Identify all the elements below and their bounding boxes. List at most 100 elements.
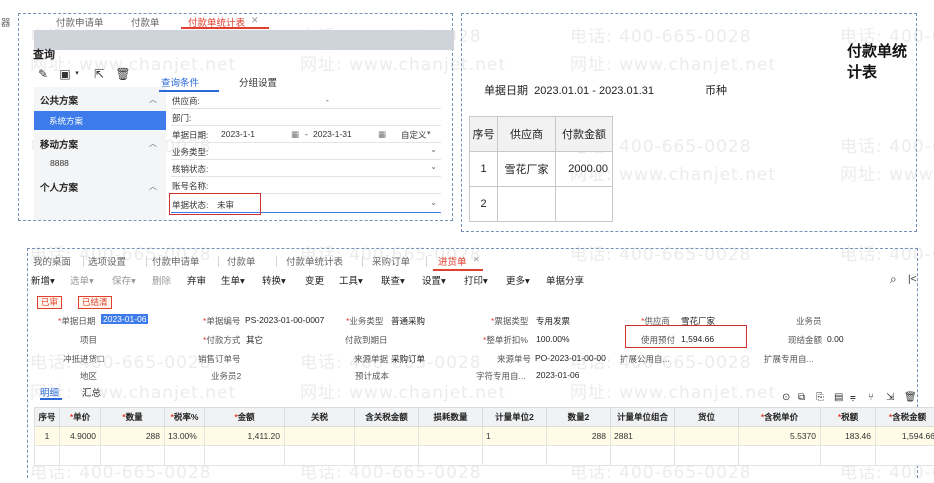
convert-button[interactable]: 转换▾ bbox=[262, 273, 286, 287]
delete-icon[interactable]: 🗑 bbox=[115, 66, 131, 82]
grid-cell[interactable]: 1 bbox=[483, 427, 547, 446]
grid-col-header[interactable]: 计量单位组合 bbox=[611, 408, 675, 427]
select-doc-button[interactable]: 选单▾ bbox=[70, 273, 94, 287]
cash-input[interactable]: 0.00 bbox=[827, 334, 844, 344]
split-icon[interactable]: ⑂ bbox=[868, 392, 874, 403]
new-button[interactable]: 新增▾ bbox=[31, 273, 55, 287]
paste-icon[interactable]: ⎘ bbox=[816, 392, 824, 403]
date-from-input[interactable]: 2023-1-1 bbox=[221, 129, 255, 139]
grid-col-header[interactable]: 关税 bbox=[285, 408, 355, 427]
chevron-up-icon[interactable]: ︿ bbox=[149, 94, 157, 105]
close-icon[interactable]: ✕ bbox=[473, 255, 480, 264]
chevron-down-icon[interactable]: ▾ bbox=[69, 66, 85, 82]
filter-icon[interactable]: ⩦ bbox=[850, 392, 856, 403]
grid-cell[interactable]: 1 bbox=[35, 427, 60, 446]
query-link-button[interactable]: 联查▾ bbox=[381, 273, 405, 287]
tab-payment-request[interactable]: 付款申请单 bbox=[152, 254, 200, 268]
doc-no-input[interactable]: PS-2023-01-00-0007 bbox=[245, 315, 324, 325]
grid-cell[interactable] bbox=[611, 446, 675, 466]
checkbox-icon[interactable]: ☐ bbox=[97, 354, 105, 364]
grid-cell[interactable]: 288 bbox=[101, 427, 165, 446]
grid-cell[interactable] bbox=[675, 446, 739, 466]
account-field[interactable]: 账号名称: bbox=[171, 178, 441, 194]
tab-query-conditions[interactable]: 查询条件 bbox=[161, 75, 199, 89]
tab-options[interactable]: 选项设置 bbox=[88, 254, 126, 268]
biz-type-field[interactable]: 业务类型: ⌄ bbox=[171, 144, 441, 160]
next-icon[interactable]: |< bbox=[908, 274, 916, 285]
grid-cell[interactable] bbox=[101, 446, 165, 466]
delete-button[interactable]: 删除 bbox=[152, 273, 171, 287]
field-special-input[interactable]: 2023-01-06 bbox=[536, 370, 579, 380]
grid-cell[interactable] bbox=[419, 446, 483, 466]
tab-desktop[interactable]: 我的桌面 bbox=[33, 254, 71, 268]
grid-col-header[interactable]: 计量单位2 bbox=[483, 408, 547, 427]
search-icon[interactable]: ⌕ bbox=[890, 272, 897, 287]
grid-cell[interactable] bbox=[675, 427, 739, 446]
grid-col-header[interactable]: 损耗数量 bbox=[419, 408, 483, 427]
tab-payment[interactable]: 付款单 bbox=[131, 15, 160, 29]
grid-cell[interactable] bbox=[739, 446, 821, 466]
share-button[interactable]: 单据分享 bbox=[546, 273, 584, 287]
tab-payment-request[interactable]: 付款申请单 bbox=[56, 15, 104, 29]
grid-cell[interactable] bbox=[419, 427, 483, 446]
biz-type-input[interactable]: 普通采购 bbox=[391, 315, 425, 327]
calendar-icon[interactable]: ▦ bbox=[291, 129, 299, 140]
discount-input[interactable]: 100.00% bbox=[536, 334, 570, 344]
grid-col-header[interactable]: *数量 bbox=[101, 408, 165, 427]
change-button[interactable]: 变更 bbox=[305, 273, 324, 287]
print-button[interactable]: 打印▾ bbox=[464, 273, 488, 287]
dept-field[interactable]: 部门: bbox=[171, 110, 441, 126]
more-button[interactable]: 更多▾ bbox=[506, 273, 530, 287]
chevron-up-icon[interactable]: ︿ bbox=[149, 138, 157, 149]
grid-cell[interactable]: 1,411.20 bbox=[205, 427, 285, 446]
table-row[interactable]: 14.900028813.00%1,411.20128828815.537018… bbox=[35, 427, 934, 446]
grid-cell[interactable] bbox=[355, 446, 419, 466]
source-doc-input[interactable]: 采购订单 bbox=[391, 353, 425, 365]
tab-payment[interactable]: 付款单 bbox=[227, 254, 256, 268]
settings-button[interactable]: 设置▾ bbox=[422, 273, 446, 287]
date-mode-select[interactable]: 自定义 bbox=[401, 129, 427, 141]
tools-button[interactable]: 工具▾ bbox=[339, 273, 363, 287]
grid-cell[interactable] bbox=[483, 446, 547, 466]
grid-cell[interactable]: 1,594.66 bbox=[876, 427, 934, 446]
tab-group-settings[interactable]: 分组设置 bbox=[239, 75, 277, 89]
grid-cell[interactable] bbox=[165, 446, 205, 466]
grid-cell[interactable] bbox=[35, 446, 60, 466]
grid-col-header[interactable]: *税额 bbox=[821, 408, 876, 427]
export-icon[interactable]: ⇱ bbox=[91, 66, 107, 82]
unaudit-button[interactable]: 弃审 bbox=[187, 273, 206, 287]
close-icon[interactable]: ✕ bbox=[251, 15, 259, 26]
grid-cell[interactable]: 183.46 bbox=[821, 427, 876, 446]
delete-icon[interactable]: 🗑 bbox=[904, 392, 917, 403]
grid-col-header[interactable]: *含税单价 bbox=[739, 408, 821, 427]
chevron-down-icon[interactable]: ⌄ bbox=[430, 145, 437, 154]
chevron-down-icon[interactable]: ⌄ bbox=[430, 198, 437, 207]
grid-cell[interactable] bbox=[285, 446, 355, 466]
grid-cell[interactable]: 2881 bbox=[611, 427, 675, 446]
doc-icon[interactable]: ▤ bbox=[834, 392, 843, 403]
doc-date-field[interactable]: 单据日期: 2023-1-1 ▦ - 2023-1-31 ▦ 自定义 ▾ bbox=[171, 127, 441, 143]
grid-cell[interactable] bbox=[876, 446, 934, 466]
grid-cell[interactable] bbox=[355, 427, 419, 446]
grid-col-header[interactable]: *含税金额 bbox=[876, 408, 934, 427]
save-button[interactable]: 保存▾ bbox=[112, 273, 136, 287]
chevron-down-icon[interactable]: ⌄ bbox=[430, 162, 437, 171]
tab-summary[interactable]: 汇总 bbox=[82, 385, 101, 399]
export-icon[interactable]: ⇲ bbox=[886, 392, 894, 403]
grid-cell[interactable] bbox=[547, 446, 611, 466]
doc-date-input[interactable]: 2023-01-06 bbox=[101, 314, 148, 324]
writeoff-field[interactable]: 核销状态: ⌄ bbox=[171, 161, 441, 177]
mobile-scheme-item[interactable]: 8888 bbox=[50, 158, 69, 168]
grid-col-header[interactable]: *单价 bbox=[60, 408, 101, 427]
grid-col-header[interactable]: 含关税金额 bbox=[355, 408, 419, 427]
grid-col-header[interactable]: *税率% bbox=[165, 408, 205, 427]
system-scheme-item[interactable]: 系统方案 bbox=[34, 111, 166, 130]
table-row[interactable] bbox=[35, 446, 934, 466]
pay-method-input[interactable]: 其它 bbox=[246, 334, 263, 346]
grid-cell[interactable]: 13.00% bbox=[165, 427, 205, 446]
tab-purchase-order[interactable]: 采购订单 bbox=[372, 254, 410, 268]
copy-icon[interactable]: ⧉ bbox=[798, 392, 805, 403]
tab-payment-report[interactable]: 付款单统计表 bbox=[286, 254, 343, 268]
chevron-up-icon[interactable]: ︿ bbox=[149, 181, 157, 192]
grid-cell[interactable] bbox=[285, 427, 355, 446]
